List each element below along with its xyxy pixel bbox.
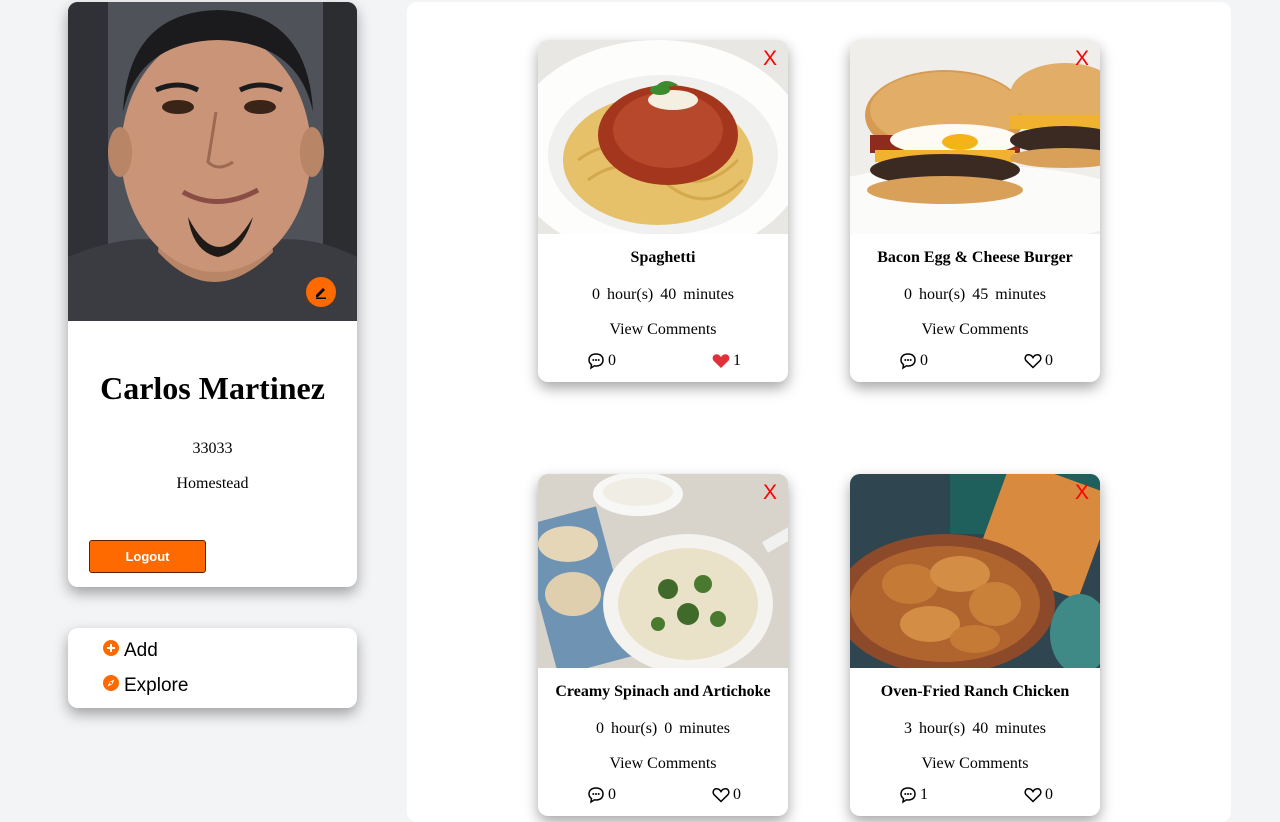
recipe-time: 0 hour(s) 45 minutes xyxy=(904,286,1046,303)
recipe-image[interactable] xyxy=(538,40,788,234)
comment-icon xyxy=(900,787,916,804)
recipe-image[interactable] xyxy=(850,40,1100,234)
recipe-title: Oven-Fried Ranch Chicken xyxy=(880,683,1070,700)
likes-count[interactable]: 0 xyxy=(712,786,741,804)
view-comments-link[interactable]: View Comments xyxy=(850,321,1100,339)
compass-icon xyxy=(103,675,119,691)
likes-count[interactable]: 1 xyxy=(712,352,741,370)
recipe-card: X Spaghetti 0 hour(s) 40 minutes View Co… xyxy=(538,40,788,382)
recipes-panel: X Spaghetti 0 hour(s) 40 minutes View Co… xyxy=(407,2,1231,822)
delete-recipe-button[interactable]: X xyxy=(1075,47,1089,71)
recipe-card: X Creamy Spinach and Artichoke 0 hour(s)… xyxy=(538,474,788,816)
profile-zip: 33033 xyxy=(192,440,233,457)
heart-filled-icon xyxy=(712,354,730,368)
recipe-card: X Bacon Egg & Cheese Burger 0 hour(s) 45… xyxy=(850,40,1100,382)
recipe-card: X Oven-Fried Ranch Chicken 3 hour(s) 40 … xyxy=(850,474,1100,816)
recipe-image[interactable] xyxy=(538,474,788,668)
comments-count[interactable]: 0 xyxy=(587,352,616,370)
view-comments-link[interactable]: View Comments xyxy=(850,755,1100,773)
profile-city: Homestead xyxy=(176,475,249,492)
profile-card: Carlos Martinez 33033 Homestead Logout xyxy=(68,2,357,587)
nav-add[interactable]: Add xyxy=(103,640,158,662)
plus-circle-icon xyxy=(103,640,119,656)
recipe-title: Bacon Egg & Cheese Burger xyxy=(877,249,1073,266)
comment-icon xyxy=(588,353,604,370)
edit-photo-button[interactable] xyxy=(306,277,336,307)
recipe-image[interactable] xyxy=(850,474,1100,668)
delete-recipe-button[interactable]: X xyxy=(763,47,777,71)
comments-count[interactable]: 1 xyxy=(899,786,928,804)
heart-outline-icon xyxy=(712,788,730,803)
nav-explore-label: Explore xyxy=(124,675,189,696)
likes-count[interactable]: 0 xyxy=(1024,352,1053,370)
recipe-time: 3 hour(s) 40 minutes xyxy=(904,720,1046,737)
view-comments-link[interactable]: View Comments xyxy=(538,321,788,339)
nav-explore[interactable]: Explore xyxy=(103,675,188,697)
comment-icon xyxy=(588,787,604,804)
heart-outline-icon xyxy=(1024,788,1042,803)
comment-icon xyxy=(900,353,916,370)
comments-count[interactable]: 0 xyxy=(899,352,928,370)
delete-recipe-button[interactable]: X xyxy=(763,481,777,505)
view-comments-link[interactable]: View Comments xyxy=(538,755,788,773)
delete-recipe-button[interactable]: X xyxy=(1075,481,1089,505)
recipe-title: Spaghetti xyxy=(630,249,696,266)
recipe-time: 0 hour(s) 0 minutes xyxy=(596,720,730,737)
nav-card: Add Explore xyxy=(68,628,357,708)
profile-photo xyxy=(68,2,357,321)
logout-button[interactable]: Logout xyxy=(89,540,206,573)
likes-count[interactable]: 0 xyxy=(1024,786,1053,804)
profile-name: Carlos Martinez xyxy=(100,370,325,406)
recipe-time: 0 hour(s) 40 minutes xyxy=(592,286,734,303)
recipe-title: Creamy Spinach and Artichoke xyxy=(555,683,771,700)
comments-count[interactable]: 0 xyxy=(587,786,616,804)
nav-add-label: Add xyxy=(124,640,158,661)
pencil-icon xyxy=(316,288,326,299)
heart-outline-icon xyxy=(1024,354,1042,369)
